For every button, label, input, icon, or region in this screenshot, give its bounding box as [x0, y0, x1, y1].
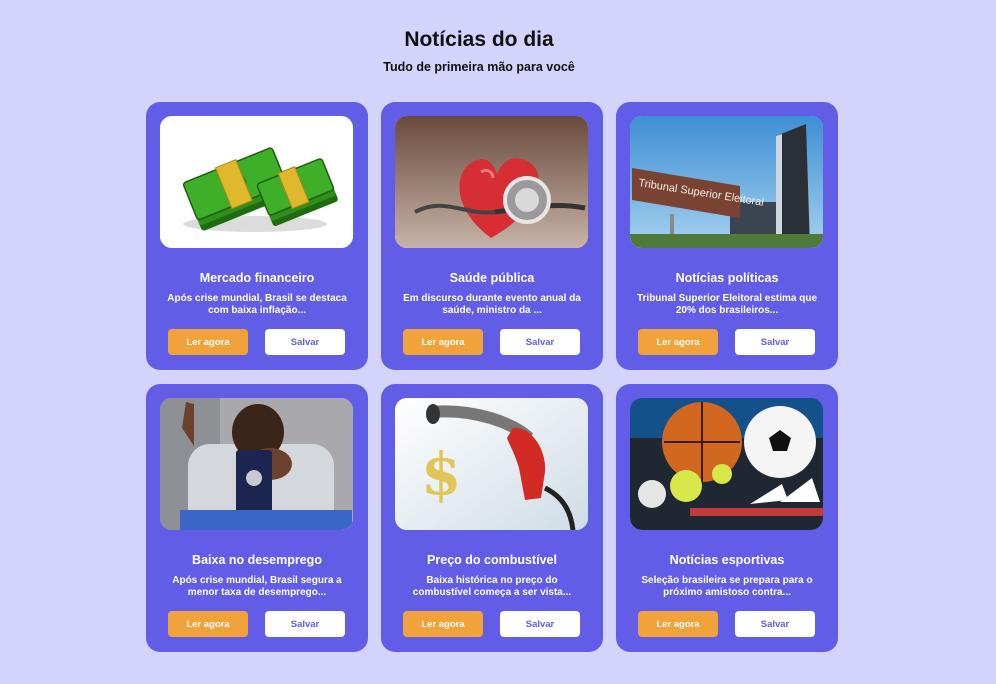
save-button[interactable]: Salvar [500, 611, 580, 637]
fuel-nozzle-dollar-image: $ [395, 398, 588, 530]
read-now-button[interactable]: Ler agora [638, 611, 718, 637]
card-description: Após crise mundial, Brasil segura a meno… [172, 575, 342, 598]
card-title: Mercado financeiro [199, 271, 315, 285]
read-now-button[interactable]: Ler agora [168, 611, 248, 637]
heart-stethoscope-image [395, 116, 588, 248]
svg-text:$: $ [421, 440, 461, 508]
card-title: Preço do combustível [427, 553, 557, 567]
worried-man-work-card-image [160, 398, 353, 530]
news-page: Notícias do dia Tudo de primeira mão par… [0, 0, 996, 684]
card-title: Baixa no desemprego [192, 553, 322, 567]
news-card-finance: Mercado financeiro Após crise mundial, B… [146, 102, 368, 370]
save-button[interactable]: Salvar [735, 611, 815, 637]
read-now-button[interactable]: Ler agora [403, 329, 483, 355]
read-now-button[interactable]: Ler agora [168, 329, 248, 355]
page-title: Notícias do dia [404, 28, 554, 51]
news-card-fuel: $ Preço do combustível Baixa histórica n… [381, 384, 603, 652]
save-button[interactable]: Salvar [265, 329, 345, 355]
read-now-button[interactable]: Ler agora [638, 329, 718, 355]
save-button[interactable]: Salvar [735, 329, 815, 355]
news-card-unemployment: Baixa no desemprego Após crise mundial, … [146, 384, 368, 652]
card-description: Em discurso durante evento anual da saúd… [403, 293, 581, 316]
sports-balls-image [630, 398, 823, 530]
save-button[interactable]: Salvar [265, 611, 345, 637]
news-card-politics: Tribunal Superior Eleitoral Notícias pol… [616, 102, 838, 370]
news-grid: Mercado financeiro Após crise mundial, B… [146, 102, 838, 652]
page-subtitle: Tudo de primeira mão para você [383, 60, 575, 74]
save-button[interactable]: Salvar [500, 329, 580, 355]
card-title: Notícias esportivas [669, 553, 785, 567]
card-description: Após crise mundial, Brasil se destaca co… [167, 293, 347, 316]
electoral-court-building-image: Tribunal Superior Eleitoral [630, 116, 823, 248]
card-title: Notícias políticas [675, 271, 779, 285]
news-card-health: Saúde pública Em discurso durante evento… [381, 102, 603, 370]
news-card-sports: Notícias esportivas Seleção brasileira s… [616, 384, 838, 652]
card-description: Baixa histórica no preço do combustível … [412, 575, 572, 598]
read-now-button[interactable]: Ler agora [403, 611, 483, 637]
money-stacks-image [160, 116, 353, 248]
card-description: Seleção brasileira se prepara para o pró… [641, 575, 813, 598]
card-title: Saúde pública [449, 271, 535, 285]
card-description: Tribunal Superior Eleitoral estima que 2… [636, 293, 818, 316]
